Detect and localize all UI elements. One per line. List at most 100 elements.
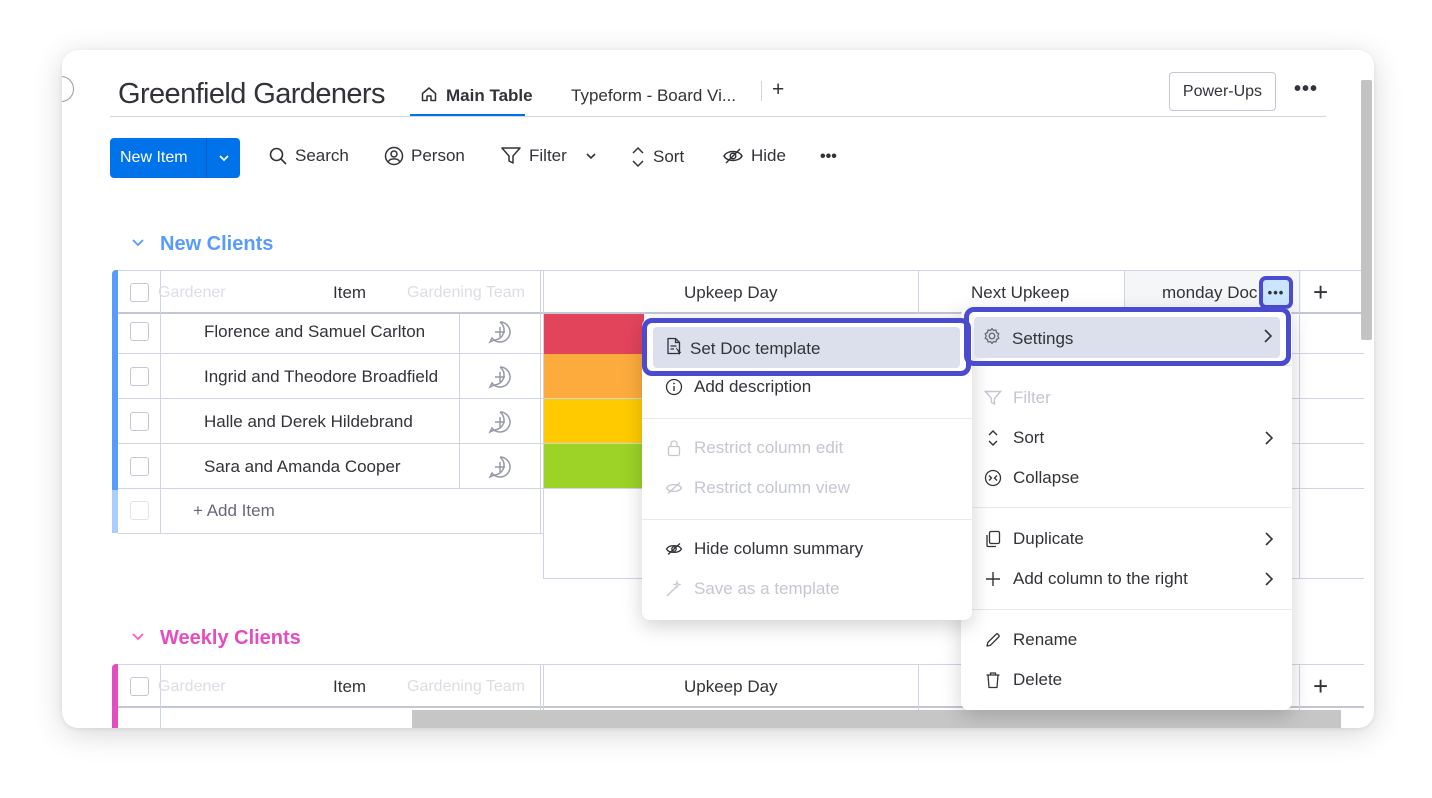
filter-icon — [983, 390, 1003, 406]
highlight-settings — [964, 307, 1291, 366]
tab-typeform[interactable]: Typeform - Board Vi... — [571, 78, 736, 114]
item-name[interactable]: Halle and Derek Hildebrand — [204, 412, 413, 432]
add-update-icon[interactable] — [488, 410, 512, 439]
add-update-icon[interactable] — [488, 455, 512, 484]
menu-item-label: Save as a template — [694, 579, 840, 598]
duplicate-icon — [983, 530, 1003, 548]
power-ups-button[interactable]: Power-Ups — [1169, 72, 1276, 111]
menu-item-label: Duplicate — [1013, 529, 1084, 548]
column-header-item[interactable]: Item — [333, 677, 366, 697]
add-view-button[interactable]: + — [772, 78, 784, 102]
menu-item-delete[interactable]: Delete — [961, 660, 1292, 700]
ghost-column-label: Gardener — [158, 284, 226, 301]
info-icon — [664, 378, 684, 396]
status-cell[interactable] — [544, 399, 644, 443]
chevron-right-icon — [1264, 430, 1274, 450]
hide-button[interactable]: Hide — [722, 146, 786, 166]
sort-button[interactable]: Sort — [630, 146, 684, 168]
chevron-down-icon[interactable] — [207, 151, 240, 165]
horizontal-scrollbar[interactable] — [412, 710, 1341, 728]
menu-item-label: Hide column summary — [694, 539, 864, 558]
group-color-bar — [112, 664, 118, 728]
toolbar-more-button[interactable]: ••• — [820, 148, 837, 166]
search-icon — [268, 146, 288, 166]
new-item-button[interactable]: New Item — [110, 138, 240, 178]
lock-icon — [664, 439, 684, 457]
menu-item-label: Add column to the right — [1013, 569, 1188, 588]
submenu-item-restrict-view: Restrict column view — [642, 468, 972, 508]
collapse-panel-button[interactable] — [62, 76, 74, 102]
menu-item-label: Rename — [1013, 630, 1078, 649]
menu-divider — [961, 507, 1292, 508]
item-name[interactable]: Florence and Samuel Carlton — [204, 322, 425, 342]
add-item-input[interactable]: + Add Item — [193, 501, 275, 521]
menu-item-rename[interactable]: Rename — [961, 620, 1292, 660]
add-update-icon[interactable] — [488, 365, 512, 394]
menu-item-label: Filter — [1013, 388, 1051, 407]
board-title[interactable]: Greenfield Gardeners — [118, 78, 385, 111]
item-name[interactable]: Sara and Amanda Cooper — [204, 457, 401, 477]
menu-item-duplicate[interactable]: Duplicate — [961, 519, 1292, 559]
tab-divider — [761, 81, 762, 101]
chevron-down-icon[interactable] — [584, 149, 598, 163]
tab-label: Main Table — [446, 86, 533, 105]
column-menu-button[interactable]: ••• — [1259, 276, 1293, 309]
person-filter-button[interactable]: Person — [384, 146, 465, 166]
sort-icon — [983, 429, 1003, 447]
group-color-bar-light — [112, 490, 118, 533]
add-column-button[interactable]: + — [1313, 279, 1328, 305]
select-all-checkbox[interactable] — [130, 283, 149, 302]
column-header-item[interactable]: Item — [333, 283, 366, 303]
ghost-column-label: Gardening Team — [407, 678, 525, 695]
submenu-item-hide-summary[interactable]: Hide column summary — [642, 529, 972, 569]
menu-item-add-column-right[interactable]: Add column to the right — [961, 559, 1292, 599]
vertical-scrollbar[interactable] — [1361, 80, 1372, 340]
sort-label: Sort — [653, 147, 685, 166]
column-divider — [160, 270, 161, 533]
status-cell[interactable] — [544, 444, 644, 488]
menu-item-collapse[interactable]: Collapse — [961, 458, 1292, 498]
status-cell[interactable] — [544, 314, 644, 358]
group-header-new-clients[interactable]: New Clients — [130, 233, 273, 256]
add-column-button[interactable]: + — [1313, 673, 1328, 699]
group-title[interactable]: Weekly Clients — [160, 627, 301, 650]
submenu-item-restrict-edit: Restrict column edit — [642, 428, 972, 468]
board-more-button[interactable]: ••• — [1294, 78, 1318, 101]
group-header-weekly-clients[interactable]: Weekly Clients — [130, 627, 301, 650]
column-divider — [540, 270, 541, 533]
row-checkbox[interactable] — [130, 457, 149, 476]
status-cell[interactable] — [544, 354, 644, 398]
filter-label: Filter — [529, 146, 567, 165]
chevron-down-icon[interactable] — [130, 627, 146, 650]
column-divider — [918, 270, 919, 314]
pencil-icon — [983, 632, 1003, 648]
column-header-next-upkeep[interactable]: Next Upkeep — [971, 283, 1069, 303]
search-button[interactable]: Search — [268, 146, 349, 166]
menu-item-label: Delete — [1013, 670, 1063, 689]
chevron-right-icon — [1264, 531, 1274, 551]
column-header-upkeep-day[interactable]: Upkeep Day — [684, 283, 778, 303]
menu-divider — [642, 418, 972, 419]
menu-item-label: Restrict column view — [694, 478, 850, 497]
item-name[interactable]: Ingrid and Theodore Broadfield — [204, 367, 438, 387]
tab-main-table[interactable]: Main Table — [420, 78, 533, 114]
select-all-checkbox[interactable] — [130, 677, 149, 696]
filter-button[interactable]: Filter — [500, 146, 598, 166]
header-divider — [110, 116, 1326, 117]
eye-off-icon — [722, 147, 744, 165]
hide-label: Hide — [751, 146, 786, 165]
column-header-monday-doc[interactable]: monday Doc — [1162, 283, 1257, 303]
row-checkbox[interactable] — [130, 322, 149, 341]
ghost-column-label: Gardening Team — [407, 284, 525, 301]
add-item-checkbox — [130, 501, 149, 520]
menu-item-sort[interactable]: Sort — [961, 418, 1292, 458]
new-item-label: New Item — [120, 149, 188, 166]
row-checkbox[interactable] — [130, 412, 149, 431]
group-title[interactable]: New Clients — [160, 233, 273, 256]
row-checkbox[interactable] — [130, 367, 149, 386]
chevron-down-icon[interactable] — [130, 233, 146, 256]
menu-item-label: Add description — [694, 377, 812, 396]
add-update-icon[interactable] — [488, 320, 512, 349]
column-header-upkeep-day[interactable]: Upkeep Day — [684, 677, 778, 697]
column-divider — [1299, 270, 1300, 579]
